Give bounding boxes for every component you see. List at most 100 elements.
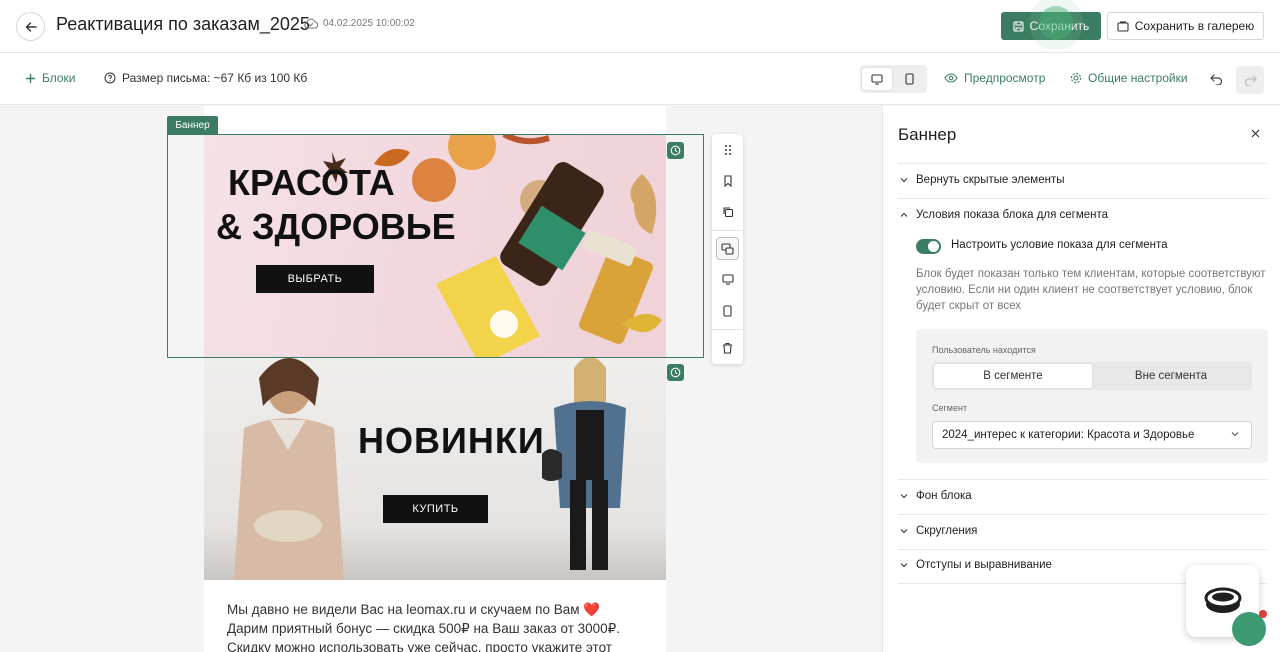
save-status: 04.02.2025 10:00:02 [304,18,415,29]
plus-icon [26,73,35,83]
selected-block-frame [167,134,704,358]
chat-logo-icon [1204,587,1241,613]
back-button[interactable] [16,12,45,41]
section-label: Скругления [916,525,978,537]
general-settings-label: Общие настройки [1088,71,1188,85]
segment-condition-badge[interactable] [667,364,684,381]
undo-icon [1209,73,1222,85]
mobile-icon [723,304,732,317]
preview-button[interactable]: Предпросмотр [944,71,1045,85]
section-divider [898,163,1267,164]
save-to-gallery-button[interactable]: Сохранить в галерею [1107,12,1264,40]
email-size-label: Размер письма: ~67 Кб из 100 Кб [122,71,308,85]
section-label: Фон блока [916,490,972,502]
duplicate-block-button[interactable] [716,200,739,223]
banner2-title: НОВИНКИ [358,420,545,461]
segment-select-value: 2024_интерес к категории: Красота и Здор… [942,429,1195,441]
toolbar-divider [712,329,743,330]
chevron-down-icon [900,178,908,183]
section-label: Вернуть скрытые элементы [916,174,1065,186]
toolbar: Блоки Размер письма: ~67 Кб из 100 Кб Пр… [0,53,1280,105]
segment-visibility-button[interactable] [716,237,739,260]
undo-button[interactable] [1203,66,1229,92]
segment-membership-toggle: В сегменте Вне сегмента [932,362,1252,390]
drag-handle-icon [724,144,731,155]
clock-icon [670,145,681,156]
saved-timestamp: 04.02.2025 10:00:02 [323,18,415,29]
toolbar-divider [712,230,743,231]
gallery-button-label: Сохранить в галерею [1134,19,1255,33]
selected-block-tag: Баннер [167,116,218,134]
out-segment-option[interactable]: Вне сегмента [1092,364,1250,388]
arrow-left-icon [25,21,37,32]
clock-icon [670,367,681,378]
banner2-buy-button[interactable]: КУПИТЬ [383,495,488,523]
chevron-down-icon [900,494,908,499]
section-segment-conditions[interactable]: Условия показа блока для сегмента [900,209,1108,221]
chevron-down-icon [900,563,908,568]
section-padding-alignment[interactable]: Отступы и выравнивание [900,559,1052,571]
delete-block-button[interactable] [716,336,739,359]
section-divider [898,198,1267,199]
gallery-icon [1117,20,1129,32]
segment-label: Сегмент [932,403,968,413]
section-label: Условия показа блока для сегмента [916,209,1109,221]
section-label: Отступы и выравнивание [916,559,1052,571]
bookmark-icon [723,174,732,187]
close-panel-button[interactable] [1248,126,1262,140]
gear-icon [1070,72,1082,84]
block-toolbar [712,134,743,364]
blocks-label: Блоки [42,71,76,85]
copy-icon [722,206,733,217]
redo-button[interactable] [1236,66,1264,94]
desktop-icon [871,73,883,85]
section-divider [898,549,1267,550]
email-canvas[interactable]: КРАСОТА & ЗДОРОВЬЕ ВЫБРАТЬ НОВИНКИ КУПИТ… [0,106,882,652]
email-text-block[interactable]: Мы давно не видели Вас на leomax.ru и ск… [227,600,637,652]
in-segment-option[interactable]: В сегменте [934,364,1092,388]
mobile-icon [904,73,914,85]
segment-condition-description: Блок будет показан только тем клиентам, … [916,268,1266,312]
desktop-view-button[interactable] [862,68,892,90]
panel-title: Баннер [898,125,957,144]
cursor-highlight [1039,6,1073,40]
trash-icon [723,342,732,354]
bookmark-block-button[interactable] [716,169,739,192]
save-icon [1013,20,1024,32]
section-restore-hidden[interactable]: Вернуть скрытые элементы [900,174,1065,186]
email-size-info: Размер письма: ~67 Кб из 100 Кб [104,71,307,85]
segment-condition-toggle-label: Настроить условие показа для сегмента [951,239,1168,251]
mobile-visibility-button[interactable] [716,299,739,322]
eye-icon [944,73,958,83]
blocks-button[interactable]: Блоки [25,71,76,85]
chevron-down-icon [900,529,908,534]
banner-new-arrivals[interactable]: НОВИНКИ КУПИТЬ [204,358,666,580]
notification-dot [1259,610,1267,618]
cloud-check-icon [304,18,318,29]
desktop-visibility-button[interactable] [716,268,739,291]
preview-label: Предпросмотр [964,71,1046,85]
segment-icon [721,242,734,255]
segment-condition-card: Пользователь находится В сегменте Вне се… [916,329,1268,463]
drag-handle[interactable] [716,138,739,161]
section-divider [898,514,1267,515]
segment-select[interactable]: 2024_интерес к категории: Красота и Здор… [932,421,1252,449]
section-rounding[interactable]: Скругления [900,525,977,537]
help-circle-icon [104,72,116,84]
desktop-icon [721,274,734,285]
banner-models-art [234,358,626,580]
mobile-view-button[interactable] [894,68,924,90]
section-divider [898,479,1267,480]
chevron-down-icon [1231,432,1239,437]
chevron-up-icon [900,212,908,217]
device-toggle [860,65,927,93]
page-title: Реактивация по заказам_2025 [56,14,310,34]
segment-condition-toggle[interactable] [916,239,941,254]
redo-icon [1244,74,1257,86]
close-icon [1251,129,1259,137]
general-settings-button[interactable]: Общие настройки [1070,71,1188,85]
header: Реактивация по заказам_2025 04.02.2025 1… [0,0,1280,53]
section-block-background[interactable]: Фон блока [900,490,972,502]
user-location-label: Пользователь находится [932,345,1036,355]
segment-condition-badge[interactable] [667,142,684,159]
